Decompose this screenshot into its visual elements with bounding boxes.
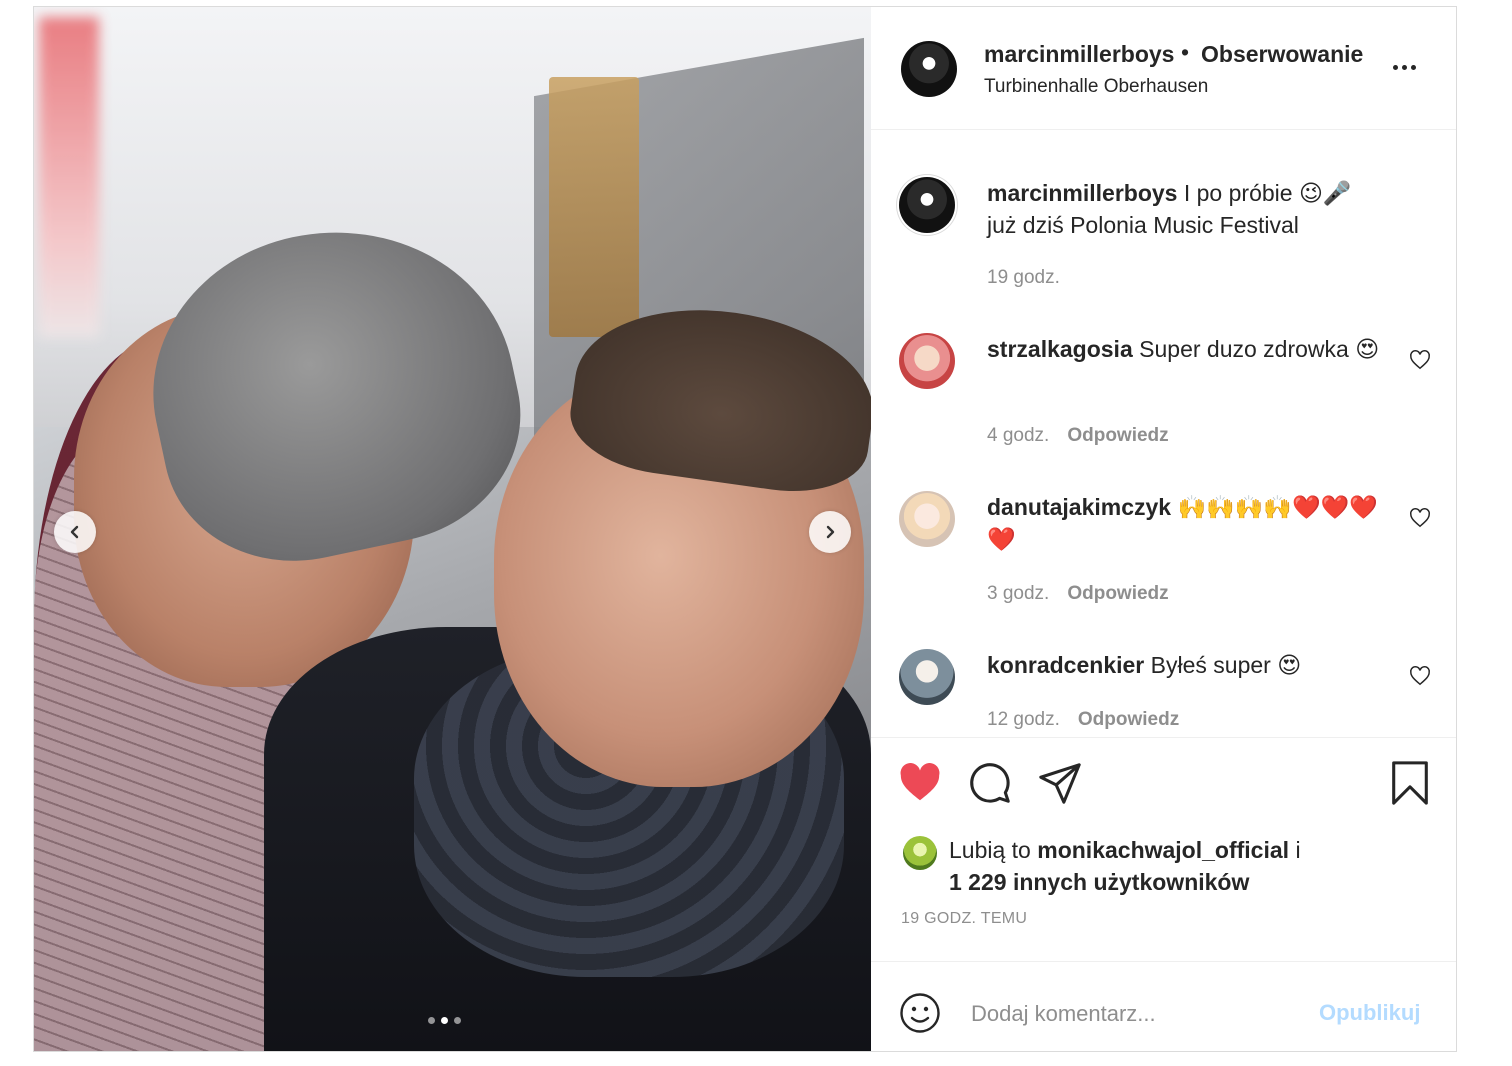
avatar[interactable]: [901, 41, 957, 97]
post-photo[interactable]: [34, 7, 871, 1051]
comment-username[interactable]: danutajakimczyk: [987, 494, 1171, 520]
avatar[interactable]: [899, 333, 955, 389]
avatar[interactable]: [903, 836, 937, 870]
separator-dot: •: [1181, 39, 1190, 65]
avatar[interactable]: [899, 491, 955, 547]
post-header: marcinmillerboys • Obserwowanie Turbinen…: [871, 7, 1456, 130]
reply-button[interactable]: Odpowiedz: [1067, 425, 1168, 446]
likes-summary: Lubią to monikachwajol_official i 1 229 …: [949, 834, 1301, 898]
location-link[interactable]: Turbinenhalle Oberhausen: [984, 76, 1208, 98]
likes-prefix: Lubią to: [949, 837, 1031, 863]
share-icon[interactable]: [1037, 760, 1083, 806]
reply-button[interactable]: Odpowiedz: [1078, 709, 1179, 730]
comments-section[interactable]: marcinmillerboys I po próbie 😉🎤 już dziś…: [871, 129, 1456, 737]
carousel-indicator: [428, 1017, 461, 1024]
chevron-right-icon: [826, 525, 835, 539]
more-icon: [1393, 65, 1398, 70]
caption-username[interactable]: marcinmillerboys: [987, 180, 1177, 206]
carousel-dot-active: [441, 1017, 448, 1024]
likes-user[interactable]: monikachwajol_official: [1037, 837, 1289, 863]
comment-text: Byłeś super 😍: [1150, 652, 1302, 678]
avatar[interactable]: [899, 649, 955, 705]
comment-username[interactable]: konradcenkier: [987, 652, 1144, 678]
follow-button[interactable]: Obserwowanie: [1201, 41, 1363, 68]
carousel-dot: [428, 1017, 435, 1024]
avatar[interactable]: [899, 177, 955, 233]
chevron-left-icon: [70, 525, 79, 539]
author-username[interactable]: marcinmillerboys: [984, 41, 1174, 68]
comment-time[interactable]: 4 godz.: [987, 425, 1049, 446]
caption-time[interactable]: 19 godz.: [987, 267, 1060, 288]
smile-icon[interactable]: [899, 992, 941, 1034]
add-comment-bar: Opublikuj: [871, 961, 1456, 1052]
post-actions: Lubią to monikachwajol_official i 1 229 …: [871, 737, 1456, 968]
comment-input[interactable]: [969, 992, 1303, 1036]
carousel-prev-button[interactable]: [54, 511, 96, 553]
heart-icon[interactable]: [1409, 349, 1431, 371]
likes-others[interactable]: 1 229 innych użytkowników: [949, 869, 1249, 895]
publish-button[interactable]: Opublikuj: [1319, 1000, 1420, 1026]
comment-text: Super duzo zdrowka 😍: [1139, 336, 1380, 362]
carousel-next-button[interactable]: [809, 511, 851, 553]
post-sidebar: marcinmillerboys • Obserwowanie Turbinen…: [871, 7, 1456, 1051]
post-timestamp[interactable]: 19 GODZ. TEMU: [901, 910, 1027, 928]
likes-conj: i: [1295, 837, 1301, 863]
post-container: marcinmillerboys • Obserwowanie Turbinen…: [33, 6, 1457, 1052]
comment-time[interactable]: 3 godz.: [987, 583, 1049, 604]
bookmark-icon[interactable]: [1387, 760, 1433, 806]
comment-username[interactable]: strzalkagosia: [987, 336, 1133, 362]
carousel-dot: [454, 1017, 461, 1024]
more-options-button[interactable]: [1393, 65, 1416, 70]
comment-icon[interactable]: [967, 760, 1013, 806]
heart-icon[interactable]: [1409, 507, 1431, 529]
heart-icon[interactable]: [897, 760, 943, 806]
reply-button[interactable]: Odpowiedz: [1067, 583, 1168, 604]
heart-icon[interactable]: [1409, 665, 1431, 687]
comment-time[interactable]: 12 godz.: [987, 709, 1060, 730]
